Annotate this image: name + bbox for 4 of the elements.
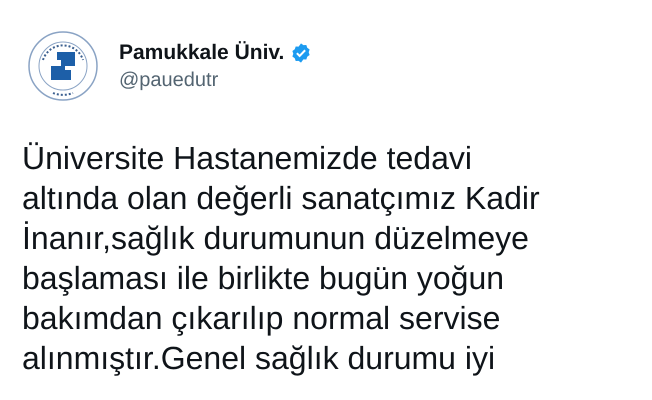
account-name[interactable]: Pamukkale Üniv. bbox=[119, 40, 284, 64]
tweet-text: Üniversite Hastanemizde tedavi altında olan değerli sanatçımız Kadir İnanır,sağlık durumunun düzelmeye başlaması ile birlikte bugün yoğun bakımdan çıkarılıp normal servise alınmıştır.Genel sağlık durumu iyi bbox=[22, 139, 541, 378]
account-handle[interactable]: @pauedutr bbox=[119, 68, 218, 92]
university-logo bbox=[27, 30, 99, 102]
